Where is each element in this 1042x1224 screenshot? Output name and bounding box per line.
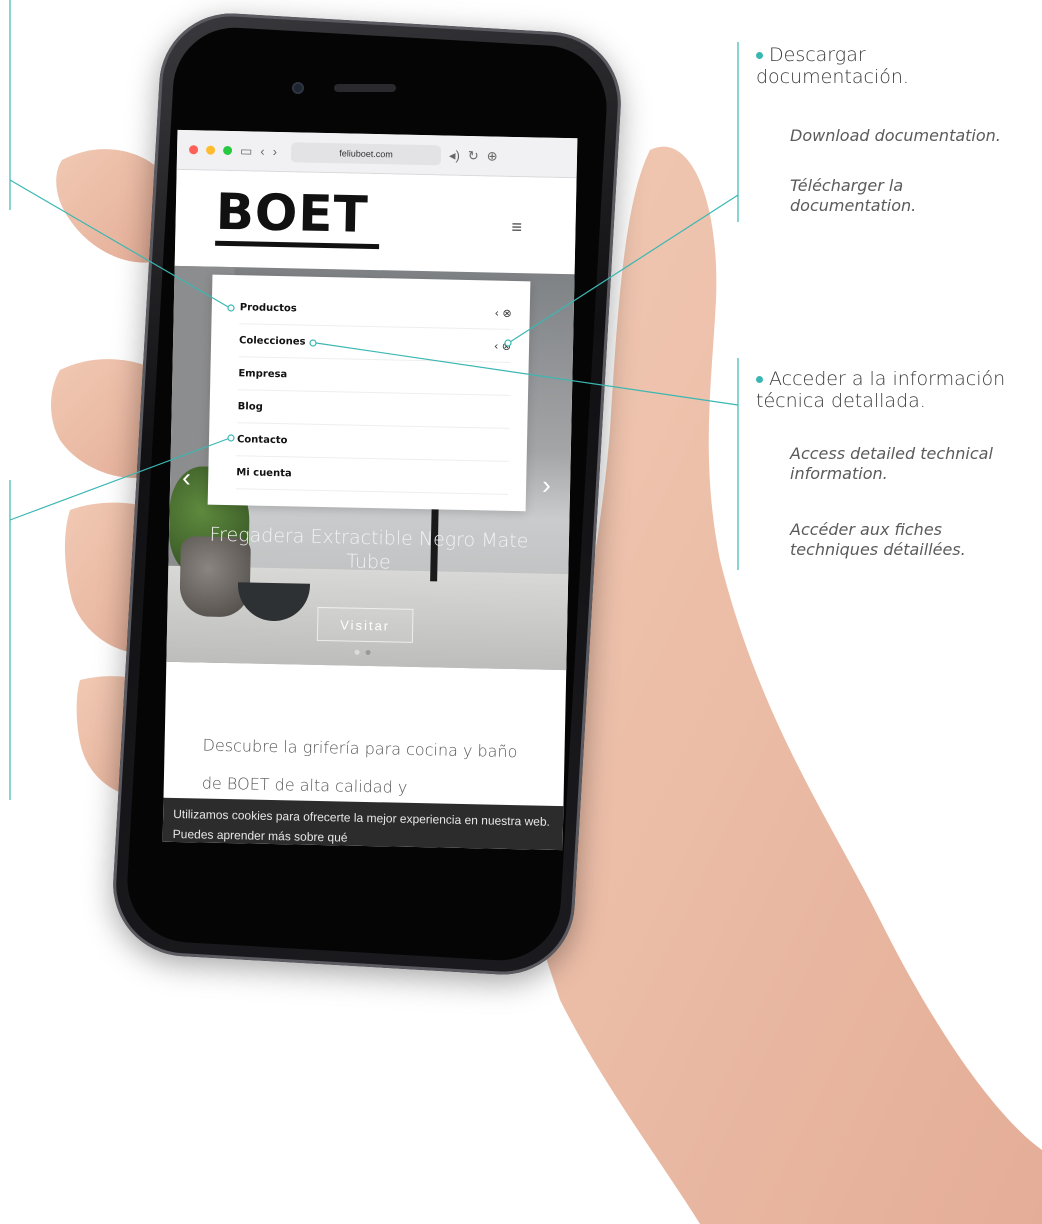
annotation-heading: Descargar documentación. <box>756 44 909 88</box>
back-icon[interactable]: ‹ <box>260 144 265 159</box>
intro-text: Descubre la grifería para cocina y baño … <box>201 735 518 797</box>
annotation-english: Download documentation. <box>790 126 1001 145</box>
slider-pager <box>354 649 371 656</box>
hero-title: Fregadera Extractible Negro Mate Tube <box>209 523 529 574</box>
close-window-button[interactable] <box>188 145 199 155</box>
audio-icon[interactable]: ◂) <box>449 147 460 163</box>
pager-dot[interactable] <box>354 649 360 655</box>
menu-item-mi-cuenta[interactable]: Mi cuenta <box>235 456 509 495</box>
annotation-english: Access detailed technical information. <box>790 444 993 483</box>
menu-item-label: Blog <box>237 400 263 413</box>
bullet-icon <box>756 52 763 59</box>
address-bar[interactable]: feliuboet.com <box>290 141 442 165</box>
hamburger-menu-icon[interactable]: ≡ <box>511 217 522 238</box>
cookie-banner: Utilizamos cookies para ofrecerte la mej… <box>162 797 564 851</box>
submenu-chevron-icon[interactable]: ‹ ⊗ <box>494 339 511 352</box>
pager-dot[interactable] <box>365 649 371 656</box>
earpiece-speaker <box>334 84 396 92</box>
visit-button[interactable]: Visitar <box>316 606 414 643</box>
annotation-heading: Acceder a la información técnica detalla… <box>756 368 1006 412</box>
boet-logo[interactable]: BOET <box>215 183 369 244</box>
dropdown-menu: Productos ‹ ⊗ Colecciones ‹ ⊗ Empresa Bl… <box>207 274 531 512</box>
menu-item-label: Empresa <box>238 367 288 380</box>
bullet-icon <box>756 376 763 383</box>
slider-next-icon[interactable]: › <box>542 470 551 501</box>
menu-item-label: Mi cuenta <box>236 466 292 479</box>
menu-item-label: Colecciones <box>238 334 306 348</box>
minimize-window-button[interactable] <box>205 145 216 155</box>
sidebar-icon[interactable]: ▭ <box>240 143 253 159</box>
reload-icon[interactable]: ↻ <box>468 147 479 163</box>
front-camera <box>292 82 304 94</box>
site-header: BOET ≡ <box>174 169 577 275</box>
zoom-window-button[interactable] <box>222 145 233 156</box>
annotation-french: Télécharger la documentation. <box>790 176 917 215</box>
slider-prev-icon[interactable]: ‹ <box>182 462 191 493</box>
annotation-french: Accéder aux fiches techniques détaillées… <box>790 520 966 559</box>
menu-item-label: Productos <box>239 301 297 314</box>
phone-screen: ▭ ‹ › feliuboet.com ◂) ↻ ⊕ BOET ≡ ‹ › Fr… <box>162 129 578 851</box>
menu-item-label: Contacto <box>236 433 288 446</box>
forward-icon[interactable]: › <box>273 144 278 159</box>
submenu-chevron-icon[interactable]: ‹ ⊗ <box>494 306 511 319</box>
download-icon[interactable]: ⊕ <box>487 148 498 164</box>
